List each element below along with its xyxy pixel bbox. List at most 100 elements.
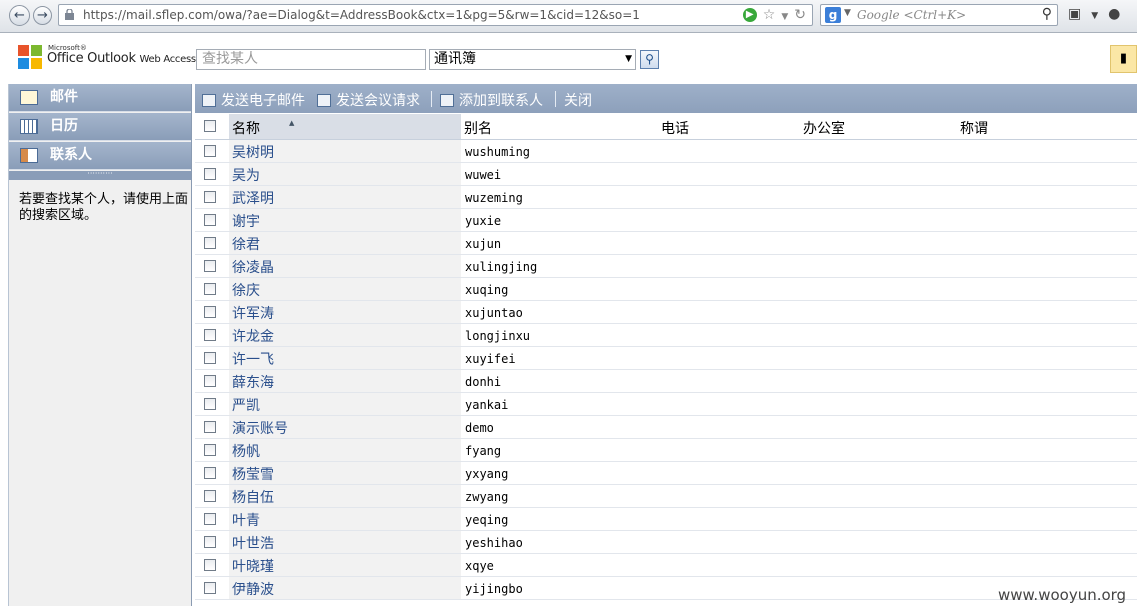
- column-header-title[interactable]: 称谓: [960, 118, 988, 138]
- table-row[interactable]: 吴树明 wushuming: [195, 140, 1137, 163]
- contact-name[interactable]: 叶青: [232, 510, 260, 530]
- row-checkbox[interactable]: [204, 444, 216, 456]
- go-icon[interactable]: ▶: [742, 8, 757, 22]
- table-row[interactable]: 许军涛 xujuntao: [195, 301, 1137, 324]
- table-row[interactable]: 叶青 yeqing: [195, 508, 1137, 531]
- row-checkbox[interactable]: [204, 490, 216, 502]
- web-search-box[interactable]: g ▼ Google <Ctrl+K> ⚲: [820, 4, 1058, 26]
- star-icon[interactable]: ☆: [763, 7, 776, 23]
- contact-name[interactable]: 演示账号: [232, 418, 288, 438]
- row-checkbox[interactable]: [204, 398, 216, 410]
- table-row[interactable]: 杨莹雪 yxyang: [195, 462, 1137, 485]
- row-checkbox[interactable]: [204, 306, 216, 318]
- add-contact-button[interactable]: 添加到联系人: [440, 90, 543, 110]
- contact-name[interactable]: 许龙金: [232, 326, 274, 346]
- row-checkbox[interactable]: [204, 467, 216, 479]
- column-header-name[interactable]: 名称: [232, 118, 260, 138]
- row-checkbox[interactable]: [204, 329, 216, 341]
- send-mail-icon: [202, 94, 216, 107]
- contact-name[interactable]: 武泽明: [232, 188, 274, 208]
- table-row[interactable]: 伊静波 yijingbo: [195, 577, 1137, 600]
- nav-resize-grip[interactable]: ··········: [9, 170, 191, 180]
- table-row[interactable]: 徐凌晶 xulingjing: [195, 255, 1137, 278]
- table-row[interactable]: 谢宇 yuxie: [195, 209, 1137, 232]
- magnifier-icon[interactable]: ⚲: [1042, 6, 1052, 22]
- row-checkbox[interactable]: [204, 513, 216, 525]
- nav-item-mail[interactable]: 邮件: [9, 84, 191, 112]
- chevron-down-icon[interactable]: ▼: [625, 50, 632, 69]
- table-row[interactable]: 徐庆 xuqing: [195, 278, 1137, 301]
- contact-alias: fyang: [465, 444, 502, 458]
- table-row[interactable]: 许一飞 xuyifei: [195, 347, 1137, 370]
- search-button[interactable]: ⚲: [640, 50, 659, 69]
- contact-name[interactable]: 许一飞: [232, 349, 274, 369]
- column-header-phone[interactable]: 电话: [661, 118, 689, 138]
- table-row[interactable]: 吴为 wuwei: [195, 163, 1137, 186]
- row-checkbox[interactable]: [204, 214, 216, 226]
- row-checkbox[interactable]: [204, 168, 216, 180]
- column-header-office[interactable]: 办公室: [803, 118, 845, 138]
- menu-dropdown-icon[interactable]: ▼: [1091, 11, 1098, 21]
- row-checkbox[interactable]: [204, 191, 216, 203]
- screenshot-icon[interactable]: ▣: [1068, 6, 1081, 22]
- row-checkbox[interactable]: [204, 260, 216, 272]
- row-checkbox[interactable]: [204, 237, 216, 249]
- contact-name[interactable]: 谢宇: [232, 211, 260, 231]
- row-checkbox[interactable]: [204, 559, 216, 571]
- table-row[interactable]: 严凯 yankai: [195, 393, 1137, 416]
- dropdown-icon[interactable]: ▼: [781, 12, 788, 22]
- table-row[interactable]: 杨帆 fyang: [195, 439, 1137, 462]
- lock-icon: [65, 9, 74, 20]
- url-text[interactable]: https://mail.sflep.com/owa/?ae=Dialog&t=…: [83, 8, 640, 22]
- globe-icon[interactable]: ●: [1108, 6, 1120, 22]
- column-header-alias[interactable]: 别名: [464, 118, 492, 138]
- row-checkbox[interactable]: [204, 536, 216, 548]
- contact-name[interactable]: 薛东海: [232, 372, 274, 392]
- contact-name[interactable]: 严凯: [232, 395, 260, 415]
- contact-name[interactable]: 杨帆: [232, 441, 260, 461]
- row-checkbox[interactable]: [204, 375, 216, 387]
- contact-name[interactable]: 杨莹雪: [232, 464, 274, 484]
- web-search-input[interactable]: Google <Ctrl+K>: [857, 8, 966, 22]
- chevron-down-icon[interactable]: ▼: [844, 8, 851, 18]
- reload-icon[interactable]: ↻: [794, 7, 806, 23]
- contact-name[interactable]: 叶晓瑾: [232, 556, 274, 576]
- contact-name[interactable]: 伊静波: [232, 579, 274, 599]
- nav-item-calendar[interactable]: 日历: [9, 113, 191, 141]
- table-row[interactable]: 叶晓瑾 xqye: [195, 554, 1137, 577]
- nav-item-contacts[interactable]: 联系人: [9, 142, 191, 170]
- contact-name[interactable]: 徐庆: [232, 280, 260, 300]
- forward-button[interactable]: →: [33, 6, 52, 25]
- help-button[interactable]: ▮: [1110, 45, 1137, 73]
- send-email-button[interactable]: 发送电子邮件: [202, 90, 305, 110]
- contact-name[interactable]: 徐凌晶: [232, 257, 274, 277]
- table-row[interactable]: 许龙金 longjinxu: [195, 324, 1137, 347]
- google-icon[interactable]: g: [825, 7, 841, 23]
- table-row[interactable]: 杨自伍 zwyang: [195, 485, 1137, 508]
- contacts-icon: [20, 148, 38, 163]
- select-all-checkbox[interactable]: [204, 120, 216, 132]
- row-checkbox[interactable]: [204, 421, 216, 433]
- contact-name[interactable]: 杨自伍: [232, 487, 274, 507]
- close-button[interactable]: 关闭: [564, 90, 592, 110]
- table-row[interactable]: 薛东海 donhi: [195, 370, 1137, 393]
- contact-name[interactable]: 吴树明: [232, 142, 274, 162]
- addressbook-select[interactable]: 通讯簿 ▼: [429, 49, 636, 70]
- row-checkbox[interactable]: [204, 352, 216, 364]
- table-row[interactable]: 徐君 xujun: [195, 232, 1137, 255]
- address-bar[interactable]: https://mail.sflep.com/owa/?ae=Dialog&t=…: [58, 4, 813, 26]
- contact-name[interactable]: 许军涛: [232, 303, 274, 323]
- contact-name[interactable]: 徐君: [232, 234, 260, 254]
- table-row[interactable]: 武泽明 wuzeming: [195, 186, 1137, 209]
- table-row[interactable]: 演示账号 demo: [195, 416, 1137, 439]
- row-checkbox[interactable]: [204, 582, 216, 594]
- row-checkbox[interactable]: [204, 283, 216, 295]
- contact-name[interactable]: 吴为: [232, 165, 260, 185]
- contact-name[interactable]: 叶世浩: [232, 533, 274, 553]
- back-button[interactable]: ←: [9, 5, 30, 26]
- search-icon: ⚲: [645, 52, 654, 66]
- send-meeting-button[interactable]: 发送会议请求: [317, 90, 420, 110]
- row-checkbox[interactable]: [204, 145, 216, 157]
- find-someone-input[interactable]: 查找某人: [196, 49, 426, 70]
- table-row[interactable]: 叶世浩 yeshihao: [195, 531, 1137, 554]
